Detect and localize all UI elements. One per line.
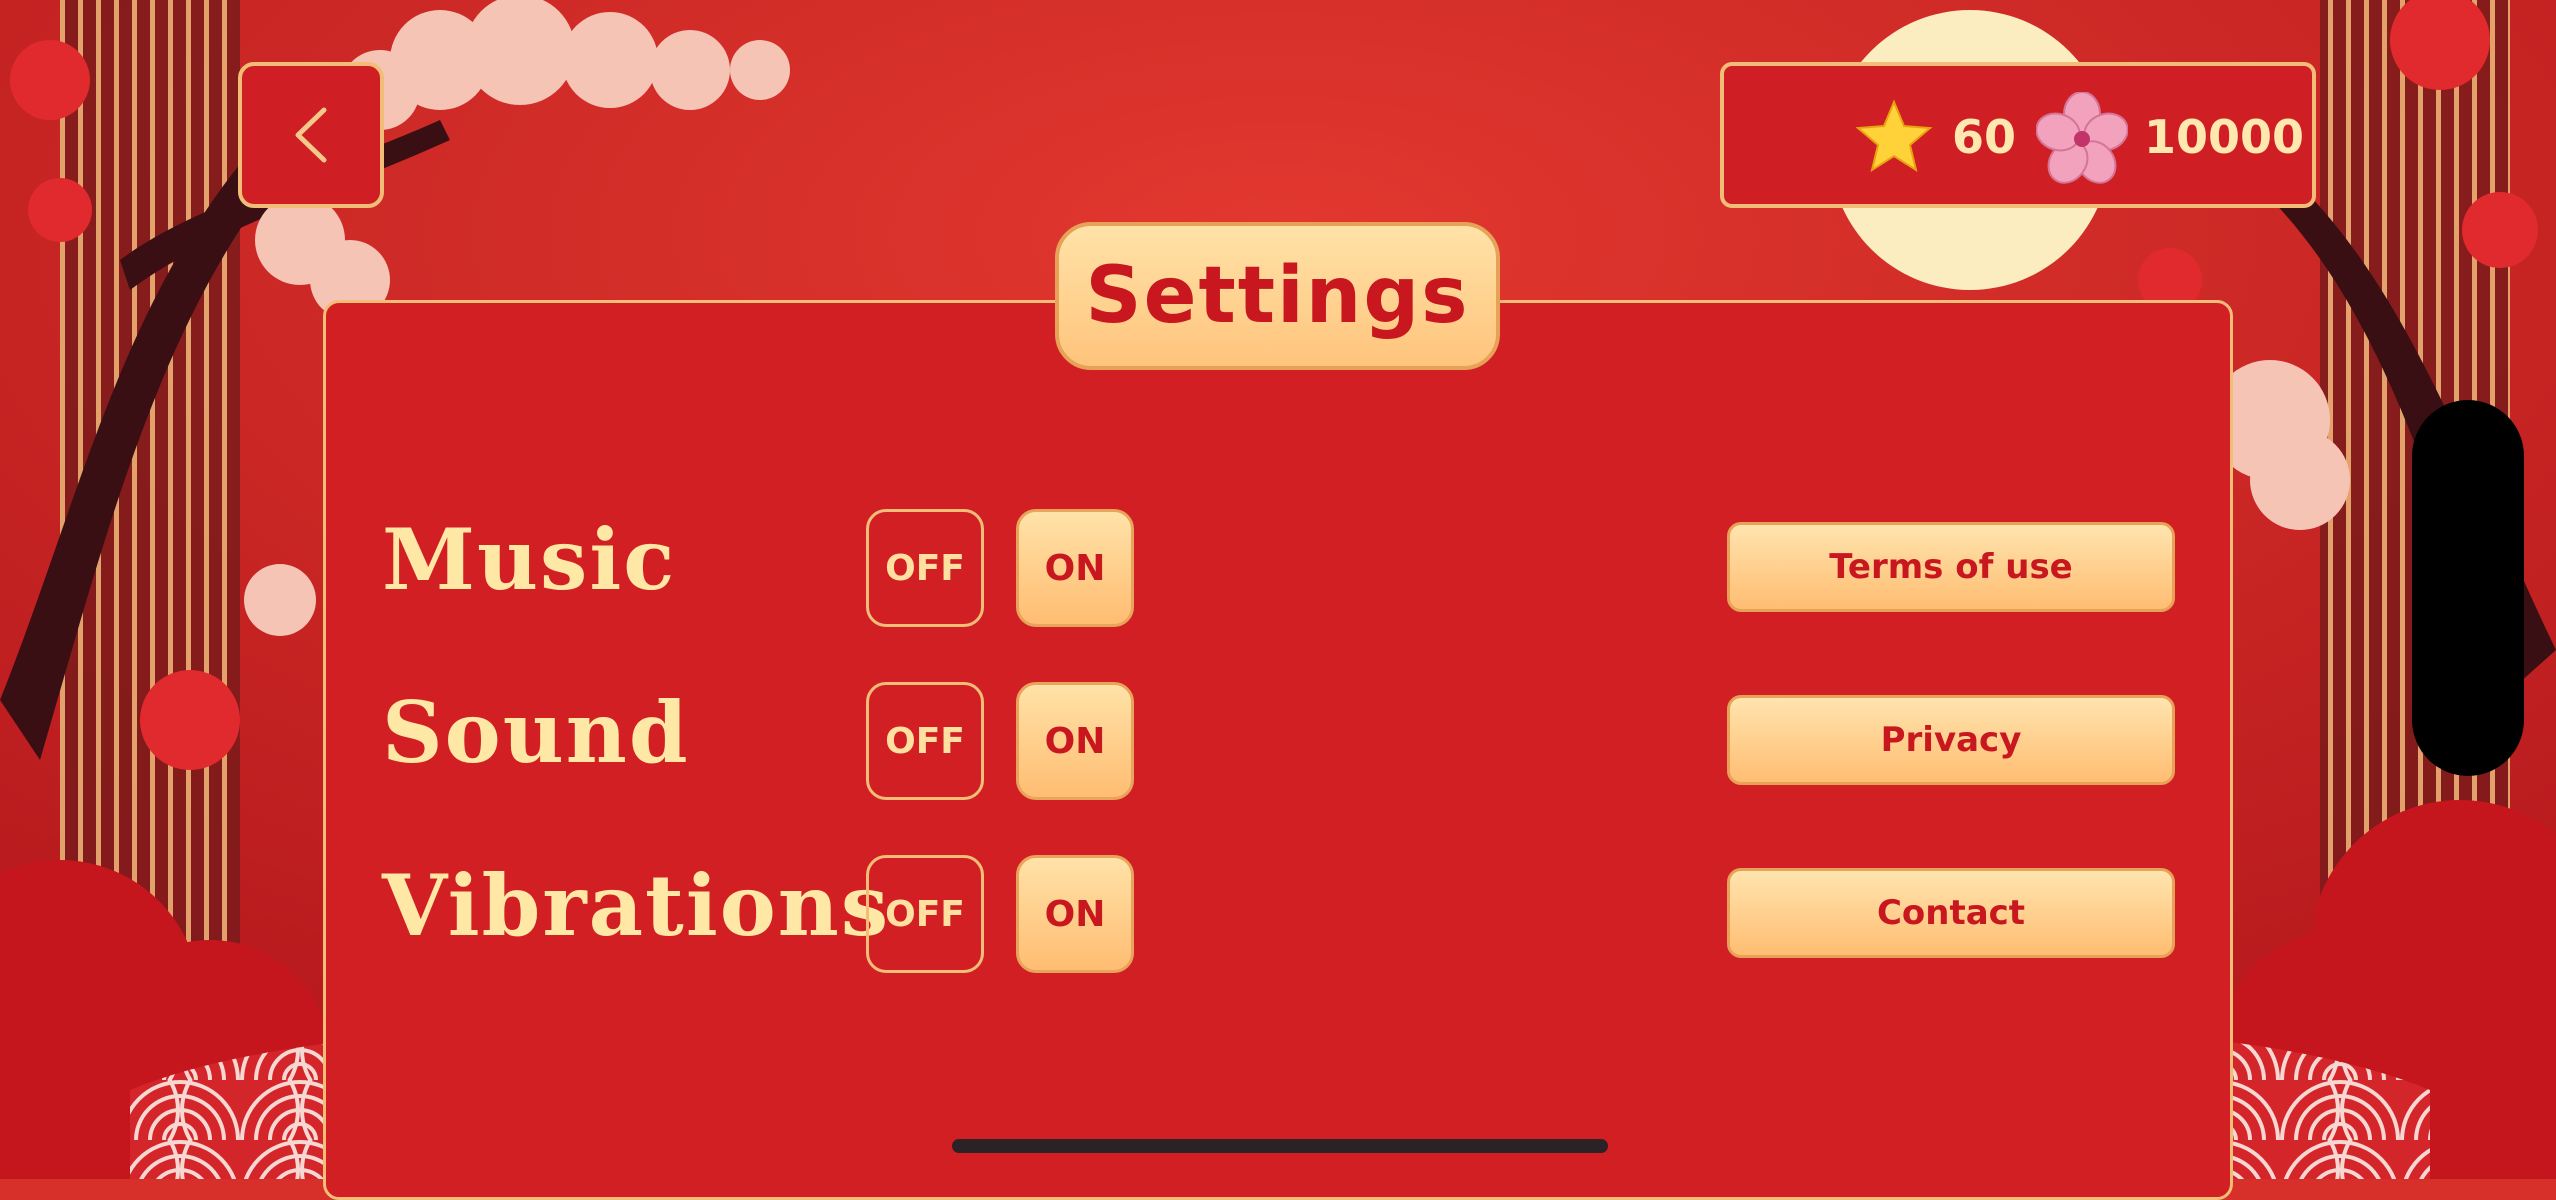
home-indicator[interactable] (952, 1139, 1608, 1153)
chevron-left-icon (295, 107, 327, 163)
music-on-button[interactable]: ON (1016, 509, 1134, 627)
terms-of-use-button[interactable]: Terms of use (1727, 522, 2175, 612)
device-notch (2412, 400, 2524, 776)
sakura-flower-icon (2036, 92, 2128, 184)
star-icon (1855, 99, 1933, 173)
music-label: Music (382, 510, 677, 609)
sound-label: Sound (382, 683, 690, 782)
currency-display: 60 10000 (1720, 62, 2316, 208)
contact-button[interactable]: Contact (1727, 868, 2175, 958)
sound-off-button[interactable]: OFF (866, 682, 984, 800)
sound-on-button[interactable]: ON (1016, 682, 1134, 800)
back-button[interactable] (238, 62, 384, 208)
star-count: 60 (1952, 110, 2017, 164)
vibrations-off-button[interactable]: OFF (866, 855, 984, 973)
vibrations-label: Vibrations (382, 856, 891, 955)
flower-count: 10000 (2144, 110, 2305, 164)
privacy-button[interactable]: Privacy (1727, 695, 2175, 785)
music-off-button[interactable]: OFF (866, 509, 984, 627)
vibrations-on-button[interactable]: ON (1016, 855, 1134, 973)
page-title: Settings (1055, 222, 1500, 370)
